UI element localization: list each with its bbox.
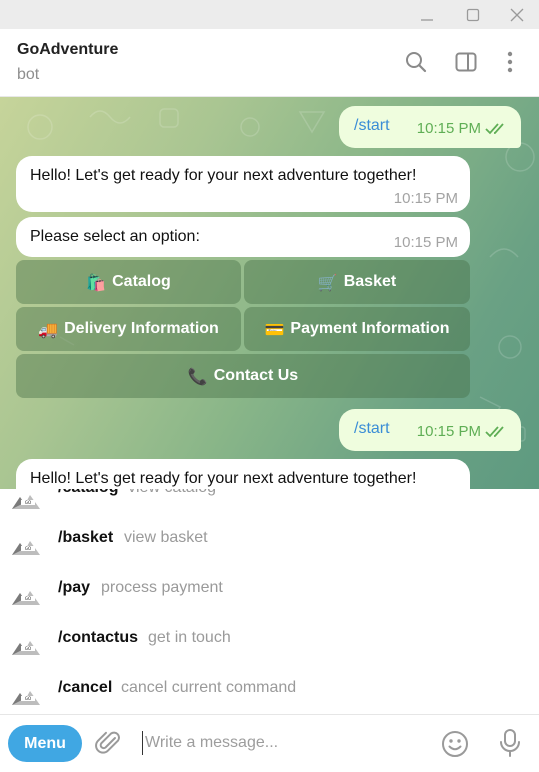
message-time: 10:15 PM bbox=[393, 190, 458, 207]
svg-text:GO: GO bbox=[25, 546, 31, 551]
shopping-bags-icon: 🛍️ bbox=[86, 272, 107, 292]
catalog-button[interactable]: 🛍️ Catalog bbox=[16, 260, 241, 304]
delivery-truck-icon: 🚚 bbox=[38, 319, 59, 339]
bot-logo-icon: GO bbox=[12, 541, 40, 555]
menu-button[interactable]: Menu bbox=[8, 725, 82, 762]
command-item-basket[interactable]: GO /basket view basket bbox=[0, 529, 539, 579]
command-description: view basket bbox=[124, 529, 208, 546]
contact-us-button[interactable]: 📞 Contact Us bbox=[16, 354, 470, 398]
bot-logo-icon: GO bbox=[12, 591, 40, 605]
chat-title[interactable]: GoAdventure bbox=[17, 41, 118, 59]
maximize-icon[interactable] bbox=[450, 0, 496, 29]
bot-logo-icon: GO bbox=[12, 691, 40, 705]
delivery-information-button[interactable]: 🚚 Delivery Information bbox=[16, 307, 241, 351]
outgoing-message[interactable]: /start 10:15 PM bbox=[339, 409, 521, 451]
sidebar-toggle-icon[interactable] bbox=[453, 49, 479, 75]
command-item-contactus[interactable]: GO /contactus get in touch bbox=[0, 629, 539, 679]
message-time: 10:15 PM bbox=[416, 423, 481, 440]
command-name: /cancel bbox=[58, 679, 113, 696]
command-item-pay[interactable]: GO /pay process payment bbox=[0, 579, 539, 629]
shopping-cart-icon: 🛒 bbox=[317, 272, 338, 292]
emoji-icon[interactable] bbox=[440, 729, 470, 759]
command-link[interactable]: /start bbox=[354, 117, 390, 135]
bot-logo-icon: GO bbox=[12, 495, 40, 509]
bot-logo-icon: GO bbox=[12, 641, 40, 655]
outgoing-message[interactable]: /start 10:15 PM bbox=[339, 106, 521, 148]
bot-command-list: GO /catalog view catalog GO /basket view… bbox=[0, 489, 539, 714]
message-text: Hello! Let's get ready for your next adv… bbox=[30, 167, 417, 184]
contact-button-label: Contact Us bbox=[213, 367, 299, 384]
credit-card-icon: 💳 bbox=[264, 319, 285, 339]
message-text: Hello! Let's get ready for your next adv… bbox=[30, 470, 417, 487]
incoming-message[interactable]: Hello! Let's get ready for your next adv… bbox=[16, 156, 470, 212]
svg-text:GO: GO bbox=[25, 696, 31, 701]
read-ticks-icon bbox=[485, 426, 504, 438]
message-composer: Menu bbox=[0, 714, 539, 772]
catalog-button-label: Catalog bbox=[112, 273, 171, 290]
delivery-button-label: Delivery Information bbox=[64, 320, 219, 337]
message-time: 10:15 PM bbox=[416, 120, 481, 137]
close-icon[interactable] bbox=[494, 0, 539, 29]
command-description: view catalog bbox=[128, 489, 216, 497]
attach-icon[interactable] bbox=[95, 729, 123, 757]
payment-information-button[interactable]: 💳 Payment Information bbox=[244, 307, 470, 351]
microphone-icon[interactable] bbox=[497, 727, 523, 759]
read-ticks-icon bbox=[485, 123, 504, 135]
telephone-icon: 📞 bbox=[187, 366, 208, 386]
chat-header: GoAdventure bot bbox=[0, 29, 539, 97]
more-vertical-icon[interactable] bbox=[497, 49, 523, 75]
payment-button-label: Payment Information bbox=[290, 320, 450, 337]
search-icon[interactable] bbox=[403, 49, 429, 75]
window-titlebar bbox=[0, 0, 539, 29]
command-name: /pay bbox=[58, 579, 91, 596]
command-name: /contactus bbox=[58, 629, 139, 646]
basket-button-label: Basket bbox=[343, 273, 397, 290]
basket-button[interactable]: 🛒 Basket bbox=[244, 260, 470, 304]
chat-subtitle: bot bbox=[17, 66, 40, 83]
chat-area[interactable]: /start 10:15 PM Hello! Let's get ready f… bbox=[0, 97, 539, 489]
command-name: /catalog bbox=[58, 489, 118, 497]
command-description: cancel current command bbox=[121, 679, 297, 696]
command-item-catalog[interactable]: GO /catalog view catalog bbox=[0, 489, 539, 529]
message-time: 10:15 PM bbox=[393, 234, 458, 251]
svg-text:GO: GO bbox=[25, 500, 31, 505]
command-link[interactable]: /start bbox=[354, 420, 390, 438]
command-description: process payment bbox=[101, 579, 223, 596]
command-description: get in touch bbox=[148, 629, 231, 646]
command-item-cancel[interactable]: GO /cancel cancel current command bbox=[0, 679, 539, 714]
svg-text:GO: GO bbox=[25, 646, 31, 651]
incoming-message[interactable]: Please select an option: 10:15 PM bbox=[16, 217, 470, 257]
message-text: Please select an option: bbox=[30, 228, 200, 245]
svg-text:GO: GO bbox=[25, 596, 31, 601]
message-input[interactable] bbox=[142, 731, 422, 755]
command-name: /basket bbox=[58, 529, 114, 546]
incoming-message[interactable]: Hello! Let's get ready for your next adv… bbox=[16, 459, 470, 489]
minimize-icon[interactable] bbox=[404, 0, 450, 29]
